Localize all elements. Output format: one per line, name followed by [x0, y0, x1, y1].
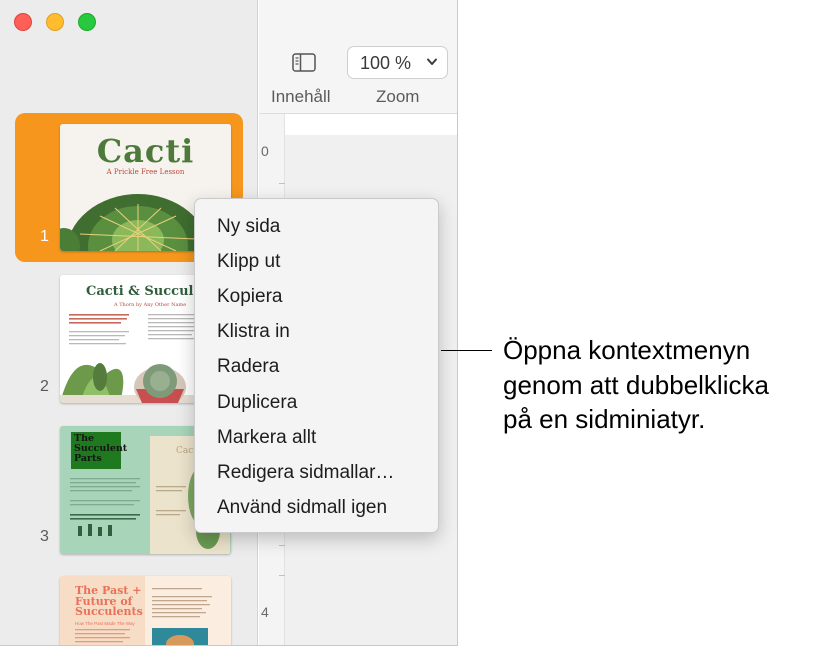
cover-title: Cacti: [96, 132, 195, 170]
menu-item-select-all[interactable]: Markera allt: [217, 427, 316, 449]
menu-item-new-page[interactable]: Ny sida: [217, 216, 280, 238]
callout-text: Öppna kontextmenyn genom att dubbelklick…: [503, 335, 769, 434]
menu-item-paste[interactable]: Klistra in: [217, 321, 290, 343]
context-menu: Ny sida Klipp ut Kopiera Klistra in Rade…: [194, 198, 439, 533]
menu-item-copy[interactable]: Kopiera: [217, 286, 283, 308]
close-button[interactable]: [14, 13, 32, 31]
menu-item-duplicate[interactable]: Duplicera: [217, 392, 297, 414]
menu-item-delete[interactable]: Radera: [217, 356, 279, 378]
zoom-dropdown[interactable]: 100 %: [347, 46, 448, 79]
menu-item-edit-page-templates[interactable]: Redigera sidmallar…: [217, 462, 394, 484]
zoom-value: 100 %: [360, 53, 412, 73]
page-number: 1: [40, 228, 49, 245]
content-label: Innehåll: [271, 87, 331, 106]
minimize-button[interactable]: [46, 13, 64, 31]
zoom-window-button[interactable]: [78, 13, 96, 31]
chevron-down-icon: [426, 55, 438, 74]
cover-subtitle: A Prickle Free Lesson: [106, 168, 185, 176]
zoom-label: Zoom: [376, 87, 420, 106]
page-number: 3: [40, 528, 49, 545]
menu-item-reapply-template[interactable]: Använd sidmall igen: [217, 497, 387, 519]
past-future-art: [75, 588, 212, 645]
page-thumbnail-4[interactable]: The Past + Future of Succulents How The …: [60, 576, 231, 645]
ruler-mark: 0: [261, 143, 269, 159]
ruler-mark: 4: [261, 604, 269, 620]
callout-leader-line: [441, 350, 492, 351]
page-number: 2: [40, 378, 49, 395]
menu-item-cut[interactable]: Klipp ut: [217, 251, 280, 273]
sidebar-icon[interactable]: [292, 53, 316, 77]
